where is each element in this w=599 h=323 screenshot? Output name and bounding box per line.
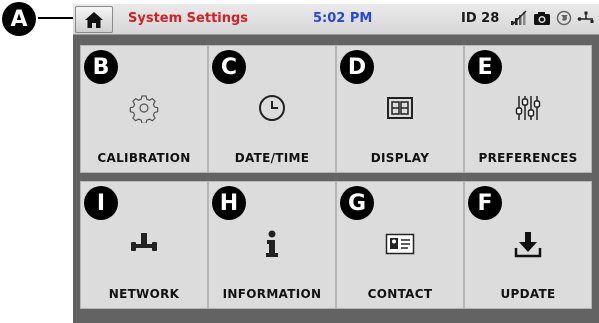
gear-icon	[129, 95, 159, 123]
download-icon	[514, 232, 542, 258]
clock-icon	[259, 95, 285, 121]
globe-icon	[556, 10, 572, 26]
screen-title: System Settings	[128, 11, 249, 26]
sliders-icon	[515, 96, 541, 120]
home-icon	[85, 11, 103, 28]
network-icon	[131, 233, 157, 251]
callout-badge-a: A	[2, 2, 36, 36]
camera-icon	[534, 12, 550, 25]
info-icon	[266, 230, 278, 257]
callout-badge-i: I	[84, 186, 118, 220]
callout-badge-d: D	[340, 50, 374, 84]
clock-time: 5:02 PM	[313, 11, 373, 26]
display-icon	[387, 97, 413, 119]
callout-badge-g: G	[340, 186, 374, 220]
callout-badge-b: B	[84, 50, 118, 84]
tile-label: PREFERENCES	[478, 151, 578, 165]
device-id: ID 28	[461, 11, 500, 26]
contact-card-icon	[385, 233, 415, 255]
callout-badge-e: E	[468, 50, 502, 84]
no-signal-icon	[511, 10, 527, 26]
status-bar: System Settings 5:02 PM ID 28	[73, 4, 599, 35]
callout-badge-h: H	[212, 186, 246, 220]
tile-label: DATE/TIME	[234, 151, 310, 165]
tile-label: NETWORK	[108, 287, 180, 301]
tile-label: CALIBRATION	[97, 151, 191, 165]
callout-badge-f: F	[468, 186, 502, 220]
usb-icon	[577, 11, 594, 23]
tile-label: UPDATE	[500, 287, 556, 301]
tile-label: INFORMATION	[222, 287, 322, 301]
callout-line	[38, 17, 75, 19]
tile-label: CONTACT	[367, 287, 433, 301]
tile-label: DISPLAY	[370, 151, 430, 165]
home-button[interactable]	[75, 6, 113, 33]
callout-badge-c: C	[212, 50, 246, 84]
status-icons	[510, 10, 595, 26]
